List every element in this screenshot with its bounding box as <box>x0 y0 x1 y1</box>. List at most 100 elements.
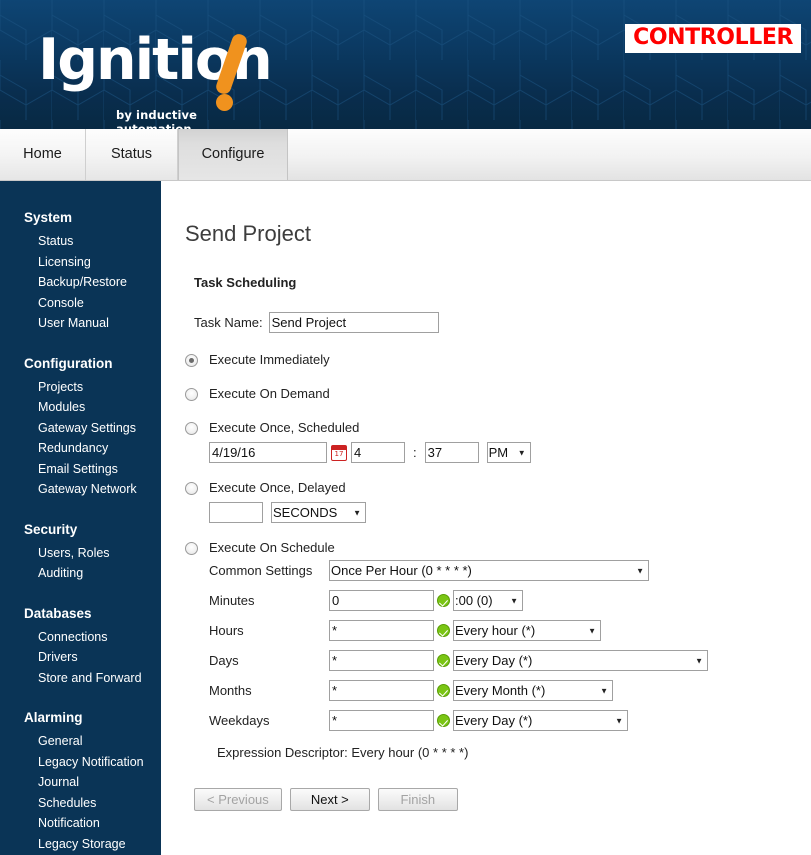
sidebar-item-schedules[interactable]: Schedules <box>0 793 161 814</box>
cron-weekdays-select[interactable]: Every Day (*) <box>453 710 628 731</box>
sidebar-item-user-manual[interactable]: User Manual <box>0 313 161 334</box>
sidebar-item-console[interactable]: Console <box>0 293 161 314</box>
sidebar-item-drivers[interactable]: Drivers <box>0 647 161 668</box>
cron-minutes-input[interactable] <box>329 590 434 611</box>
common-settings-select[interactable]: Once Per Hour (0 * * * *) <box>329 560 649 581</box>
sidebar-item-connections[interactable]: Connections <box>0 627 161 648</box>
cron-hours-input[interactable] <box>329 620 434 641</box>
cron-weekdays-input[interactable] <box>329 710 434 731</box>
cron-hours-label: Hours <box>209 623 244 638</box>
sidebar-item-legacy-notification[interactable]: Legacy Notification <box>0 752 161 773</box>
cron-common-settings-row: Common Settings Once Per Hour (0 * * * *… <box>209 560 811 581</box>
tab-status-label: Status <box>110 146 153 162</box>
radio-execute-once-delayed[interactable] <box>185 482 198 495</box>
calendar-icon[interactable] <box>331 444 347 461</box>
option-execute-once-scheduled[interactable]: Execute Once, Scheduled : PM <box>185 419 811 463</box>
cron-months-select-wrap: Every Month (*) <box>453 680 613 701</box>
controller-badge: CONTROLLER <box>625 24 801 54</box>
cron-minutes-select[interactable]: :00 (0) <box>453 590 523 611</box>
sidebar-item-legacy-storage[interactable]: Legacy Storage <box>0 834 161 855</box>
time-separator: : <box>413 445 417 460</box>
option-execute-immediately-label: Execute Immediately <box>209 352 330 367</box>
cron-days-select[interactable]: Every Day (*) <box>453 650 708 671</box>
option-execute-once-delayed[interactable]: Execute Once, Delayed SECONDS <box>185 479 811 523</box>
radio-execute-on-demand[interactable] <box>185 388 198 401</box>
option-execute-on-demand[interactable]: Execute On Demand <box>185 385 811 402</box>
delay-unit-select[interactable]: SECONDS <box>271 502 366 523</box>
cron-weekdays-select-wrap: Every Day (*) <box>453 710 628 731</box>
cron-days-input[interactable] <box>329 650 434 671</box>
sidebar-heading-databases: Databases <box>24 605 92 621</box>
logo-tagline: by inductive automation <box>116 108 198 129</box>
cron-row-minutes: Minutes :00 (0) <box>209 590 811 611</box>
section-title: Task Scheduling <box>194 275 297 290</box>
sidebar-heading-system: System <box>24 210 73 225</box>
option-execute-on-schedule-label: Execute On Schedule <box>209 540 335 555</box>
expression-descriptor: Expression Descriptor: Every hour (0 * *… <box>217 745 469 760</box>
cron-weekdays-label: Weekdays <box>209 713 270 728</box>
scheduled-minute-input[interactable] <box>424 442 479 463</box>
tab-configure[interactable]: Configure <box>178 129 288 180</box>
cron-schedule-grid: Common Settings Once Per Hour (0 * * * *… <box>209 560 811 760</box>
cron-row-weekdays: Weekdays Every Day (*) <box>209 710 811 731</box>
option-execute-on-schedule[interactable]: Execute On Schedule Common Settings Once… <box>185 539 811 760</box>
tab-home[interactable]: Home <box>0 129 86 180</box>
tab-status[interactable]: Status <box>86 129 178 180</box>
sidebar-heading-configuration: Configuration <box>24 355 113 371</box>
delay-row: SECONDS <box>209 502 366 523</box>
sidebar-item-users-roles[interactable]: Users, Roles <box>0 543 161 564</box>
sidebar-group-alarming: Alarming General Legacy Notification Jou… <box>0 707 161 855</box>
previous-button[interactable]: < Previous <box>194 788 282 811</box>
scheduled-date-input[interactable] <box>209 442 327 463</box>
task-name-label: Task Name: <box>194 315 263 330</box>
sidebar-item-gateway-settings[interactable]: Gateway Settings <box>0 418 161 439</box>
ignition-logo[interactable]: Ignition by inductive automation <box>38 22 273 130</box>
delay-unit-select-wrap: SECONDS <box>263 502 366 523</box>
scheduled-ampm-select[interactable]: PM <box>486 442 531 463</box>
tab-home-label: Home <box>23 146 62 162</box>
option-execute-immediately[interactable]: Execute Immediately <box>185 351 811 368</box>
finish-button[interactable]: Finish <box>377 788 458 811</box>
sidebar-item-gateway-network[interactable]: Gateway Network <box>0 479 161 500</box>
sidebar-item-licensing[interactable]: Licensing <box>0 252 161 273</box>
valid-check-icon <box>437 594 450 607</box>
wizard-button-bar: < Previous Next > Finish <box>194 788 811 811</box>
sidebar-item-status[interactable]: Status <box>0 231 161 252</box>
sidebar-item-projects[interactable]: Projects <box>0 377 161 398</box>
delay-amount-input[interactable] <box>209 502 263 523</box>
cron-minutes-label: Minutes <box>209 593 255 608</box>
page-header: Ignition by inductive automation CONTROL… <box>0 0 811 129</box>
sidebar-nav: System Status Licensing Backup/Restore C… <box>0 181 161 855</box>
sidebar-group-system: System Status Licensing Backup/Restore C… <box>0 207 161 334</box>
sidebar-item-store-and-forward[interactable]: Store and Forward <box>0 668 161 689</box>
tab-configure-label: Configure <box>201 146 265 162</box>
radio-execute-on-schedule[interactable] <box>185 542 198 555</box>
option-execute-on-demand-label: Execute On Demand <box>209 386 330 401</box>
sidebar-item-general[interactable]: General <box>0 731 161 752</box>
next-button[interactable]: Next > <box>289 788 370 811</box>
sidebar-item-journal[interactable]: Journal <box>0 772 161 793</box>
sidebar-item-auditing[interactable]: Auditing <box>0 563 161 584</box>
option-execute-once-delayed-label: Execute Once, Delayed <box>209 480 346 495</box>
radio-execute-once-scheduled[interactable] <box>185 422 198 435</box>
common-settings-select-wrap: Once Per Hour (0 * * * *) <box>329 560 649 581</box>
cron-row-hours: Hours Every hour (*) <box>209 620 811 641</box>
sidebar-item-backup-restore[interactable]: Backup/Restore <box>0 272 161 293</box>
sidebar-item-notification[interactable]: Notification <box>0 813 161 834</box>
sidebar-item-redundancy[interactable]: Redundancy <box>0 438 161 459</box>
cron-hours-select[interactable]: Every hour (*) <box>453 620 601 641</box>
sidebar-heading-security: Security <box>24 521 78 537</box>
scheduled-datetime-row: : PM <box>209 442 531 463</box>
sidebar-item-email-settings[interactable]: Email Settings <box>0 459 161 480</box>
sidebar-item-modules[interactable]: Modules <box>0 397 161 418</box>
radio-execute-immediately[interactable] <box>185 354 198 367</box>
cron-months-select[interactable]: Every Month (*) <box>453 680 613 701</box>
sidebar-group-security: Security Users, Roles Auditing <box>0 519 161 584</box>
cron-months-input[interactable] <box>329 680 434 701</box>
task-name-input[interactable] <box>268 312 439 333</box>
scheduled-hour-input[interactable] <box>351 442 405 463</box>
sidebar-heading-alarming: Alarming <box>24 710 83 725</box>
common-settings-label: Common Settings <box>209 563 313 578</box>
